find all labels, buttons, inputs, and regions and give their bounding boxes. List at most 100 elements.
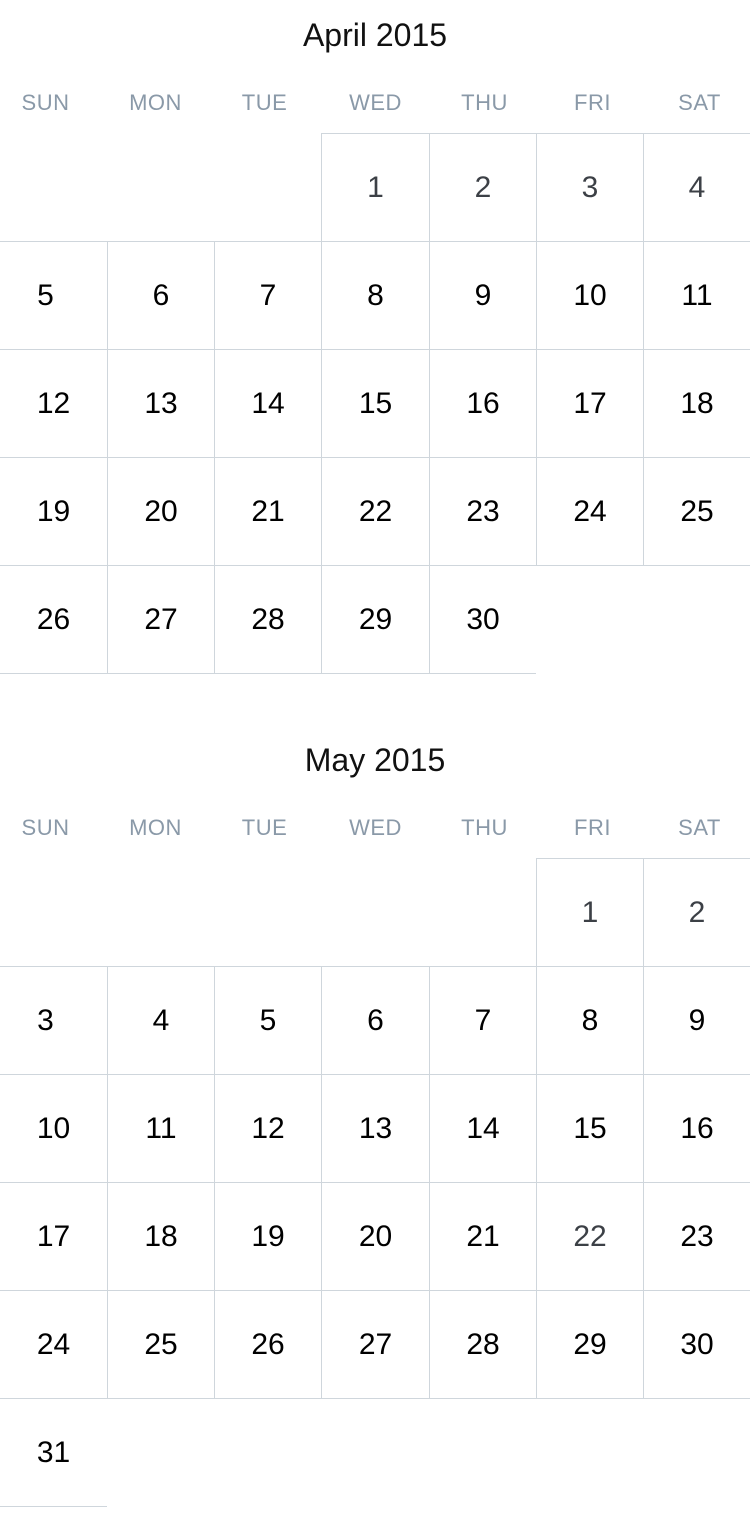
day-number: 21 bbox=[251, 494, 285, 528]
day-cell[interactable]: 14 bbox=[429, 1074, 536, 1183]
day-cell[interactable]: 29 bbox=[536, 1290, 643, 1399]
day-cell[interactable]: 4 bbox=[643, 133, 750, 242]
day-number: 24 bbox=[36, 1327, 71, 1361]
day-cell[interactable]: 1 bbox=[536, 858, 643, 967]
day-cell[interactable]: 27 bbox=[321, 1290, 429, 1399]
day-cell[interactable]: 5 bbox=[214, 966, 321, 1075]
day-number: 10 bbox=[573, 278, 607, 312]
day-cell[interactable]: 12 bbox=[214, 1074, 321, 1183]
day-cell[interactable]: 16 bbox=[429, 349, 536, 458]
day-cell[interactable]: 30 bbox=[429, 565, 536, 674]
day-cell[interactable]: 28 bbox=[429, 1290, 536, 1399]
day-cell[interactable]: 21 bbox=[214, 457, 321, 566]
day-cell[interactable]: 11 bbox=[643, 241, 750, 350]
day-cell[interactable]: 17 bbox=[536, 349, 643, 458]
day-cell[interactable]: 24 bbox=[536, 457, 643, 566]
day-number: 27 bbox=[358, 1327, 393, 1361]
day-cell[interactable]: 10 bbox=[536, 241, 643, 350]
day-cell[interactable]: 20 bbox=[321, 1182, 429, 1291]
day-cell[interactable]: 8 bbox=[536, 966, 643, 1075]
day-cell[interactable]: 25 bbox=[643, 457, 750, 566]
day-cell[interactable]: 24 bbox=[0, 1290, 107, 1399]
day-number: 8 bbox=[367, 278, 384, 312]
day-number: 13 bbox=[144, 386, 178, 420]
day-cell[interactable]: 2 bbox=[643, 858, 750, 967]
day-number: 2 bbox=[474, 170, 492, 204]
day-number: 29 bbox=[358, 602, 393, 636]
day-cell[interactable]: 31 bbox=[0, 1398, 107, 1507]
day-cell[interactable]: 22 bbox=[536, 1182, 643, 1291]
day-number: 12 bbox=[251, 1111, 285, 1145]
day-cell[interactable]: 7 bbox=[429, 966, 536, 1075]
day-cell[interactable]: 1 bbox=[321, 133, 429, 242]
day-cell[interactable]: 9 bbox=[643, 966, 750, 1075]
day-cell[interactable]: 29 bbox=[321, 565, 429, 674]
day-number: 5 bbox=[37, 278, 54, 312]
day-cell[interactable]: 23 bbox=[643, 1182, 750, 1291]
day-cell[interactable]: 23 bbox=[429, 457, 536, 566]
day-cell[interactable]: 6 bbox=[321, 966, 429, 1075]
day-cell[interactable]: 7 bbox=[214, 241, 321, 350]
day-number: 27 bbox=[144, 602, 178, 636]
day-cell[interactable]: 13 bbox=[107, 349, 214, 458]
weekday-label: THU bbox=[461, 815, 508, 840]
day-cell[interactable]: 11 bbox=[107, 1074, 214, 1183]
day-number: 16 bbox=[680, 1111, 714, 1145]
day-cell[interactable]: 9 bbox=[429, 241, 536, 350]
day-cell[interactable]: 6 bbox=[107, 241, 214, 350]
day-cell[interactable]: 15 bbox=[536, 1074, 643, 1183]
day-cell[interactable]: 20 bbox=[107, 457, 214, 566]
day-cell[interactable]: 3 bbox=[536, 133, 643, 242]
day-cell[interactable]: 14 bbox=[214, 349, 321, 458]
day-number: 4 bbox=[152, 1003, 170, 1037]
day-cell[interactable]: 27 bbox=[107, 565, 214, 674]
day-cell[interactable]: 19 bbox=[0, 457, 107, 566]
day-cell[interactable]: 3 bbox=[0, 966, 107, 1075]
day-cell[interactable]: 19 bbox=[214, 1182, 321, 1291]
day-cell[interactable]: 12 bbox=[0, 349, 107, 458]
day-number: 24 bbox=[573, 494, 607, 528]
day-cell[interactable]: 18 bbox=[107, 1182, 214, 1291]
day-number: 1 bbox=[581, 895, 599, 929]
day-number: 9 bbox=[688, 1003, 706, 1037]
day-number: 6 bbox=[152, 278, 170, 312]
day-cell[interactable]: 2 bbox=[429, 133, 536, 242]
day-number: 22 bbox=[573, 1219, 607, 1253]
weekday-label: SAT bbox=[678, 815, 721, 840]
weekday-label: THU bbox=[461, 90, 508, 115]
weekday-label: SAT bbox=[678, 90, 721, 115]
day-cell[interactable]: 17 bbox=[0, 1182, 107, 1291]
day-cell[interactable]: 28 bbox=[214, 565, 321, 674]
day-number: 26 bbox=[36, 602, 71, 636]
day-cell[interactable]: 10 bbox=[0, 1074, 107, 1183]
day-cell[interactable]: 5 bbox=[0, 241, 107, 350]
day-cell[interactable]: 30 bbox=[643, 1290, 750, 1399]
weekday-label: TUE bbox=[241, 815, 288, 840]
day-number: 20 bbox=[144, 494, 178, 528]
day-number: 13 bbox=[358, 1111, 393, 1145]
month-title: April 2015 bbox=[302, 17, 448, 53]
day-number: 3 bbox=[581, 170, 599, 204]
day-number: 3 bbox=[37, 1003, 54, 1037]
day-cell[interactable]: 25 bbox=[107, 1290, 214, 1399]
day-number: 9 bbox=[474, 278, 492, 312]
day-cell[interactable]: 16 bbox=[643, 1074, 750, 1183]
day-number: 2 bbox=[688, 895, 706, 929]
day-number: 29 bbox=[573, 1327, 607, 1361]
day-number: 15 bbox=[358, 386, 393, 420]
day-cell[interactable]: 8 bbox=[321, 241, 429, 350]
day-cell[interactable]: 21 bbox=[429, 1182, 536, 1291]
day-cell[interactable]: 18 bbox=[643, 349, 750, 458]
day-cell[interactable]: 13 bbox=[321, 1074, 429, 1183]
day-number: 25 bbox=[680, 494, 714, 528]
day-number: 23 bbox=[680, 1219, 714, 1253]
day-cell[interactable]: 26 bbox=[214, 1290, 321, 1399]
day-number: 17 bbox=[573, 386, 607, 420]
day-cell[interactable]: 4 bbox=[107, 966, 214, 1075]
weekday-label: FRI bbox=[574, 815, 611, 840]
day-number: 18 bbox=[680, 386, 714, 420]
day-cell[interactable]: 26 bbox=[0, 565, 107, 674]
weekday-label: SUN bbox=[21, 815, 70, 840]
day-cell[interactable]: 22 bbox=[321, 457, 429, 566]
day-cell[interactable]: 15 bbox=[321, 349, 429, 458]
